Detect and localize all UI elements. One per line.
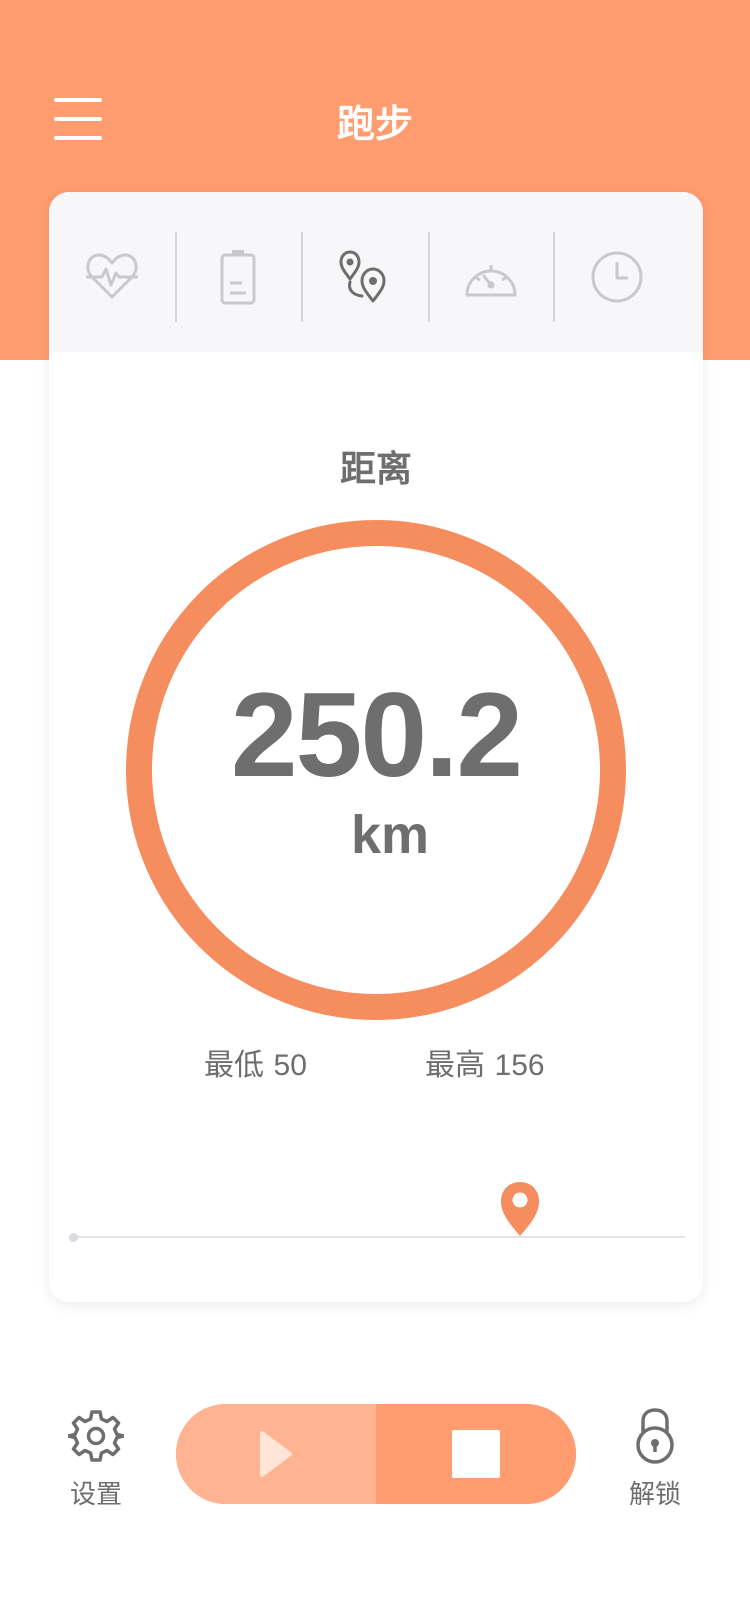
tab-heart-rate[interactable] — [62, 232, 162, 322]
metric-label: 距离 — [339, 449, 412, 490]
clock-icon — [591, 251, 643, 303]
min-label: 最低 — [204, 1048, 264, 1083]
tab-speed[interactable] — [441, 232, 541, 322]
settings-button[interactable]: 设置 — [46, 1408, 146, 1511]
settings-label: 设置 — [69, 1480, 122, 1510]
tab-divider — [553, 232, 555, 322]
metric-tab-bar — [49, 192, 703, 352]
play-icon — [260, 1431, 292, 1477]
min-stat: 最低 50 — [204, 1040, 307, 1084]
running-screen: 跑步 距离 250.2 km 最低 50 最高 156 设置 解锁 — [0, 0, 750, 1624]
max-stat: 最高 156 — [425, 1040, 545, 1084]
max-value: 156 — [494, 1049, 545, 1082]
tab-divider — [428, 232, 430, 322]
unlock-button[interactable]: 解锁 — [605, 1408, 705, 1511]
speedometer-icon — [465, 265, 517, 297]
progress-track — [73, 1236, 685, 1238]
gear-icon — [66, 1410, 126, 1462]
heart-pulse-icon — [86, 253, 138, 299]
stop-button[interactable] — [376, 1404, 576, 1504]
lock-icon — [636, 1408, 674, 1464]
tab-divider — [301, 232, 303, 322]
workout-control — [176, 1404, 576, 1504]
tab-time[interactable] — [567, 232, 667, 322]
battery-icon — [220, 250, 256, 305]
metric-value: 250.2 — [230, 668, 523, 802]
progress-marker[interactable] — [499, 1180, 541, 1238]
min-value: 50 — [273, 1049, 307, 1082]
tab-distance[interactable] — [314, 232, 414, 322]
route-pins-icon — [339, 250, 386, 303]
play-button[interactable] — [176, 1404, 376, 1504]
page-title: 跑步 — [336, 102, 413, 146]
tab-battery[interactable] — [188, 232, 288, 322]
stop-icon — [452, 1430, 500, 1478]
tab-divider — [175, 232, 177, 322]
progress-start-dot — [69, 1233, 78, 1242]
metric-unit: km — [350, 805, 430, 865]
unlock-label: 解锁 — [628, 1480, 681, 1510]
location-pin-icon — [500, 1182, 539, 1236]
metric-card: 距离 250.2 km 最低 50 最高 156 — [49, 192, 703, 1302]
max-label: 最高 — [425, 1048, 485, 1083]
